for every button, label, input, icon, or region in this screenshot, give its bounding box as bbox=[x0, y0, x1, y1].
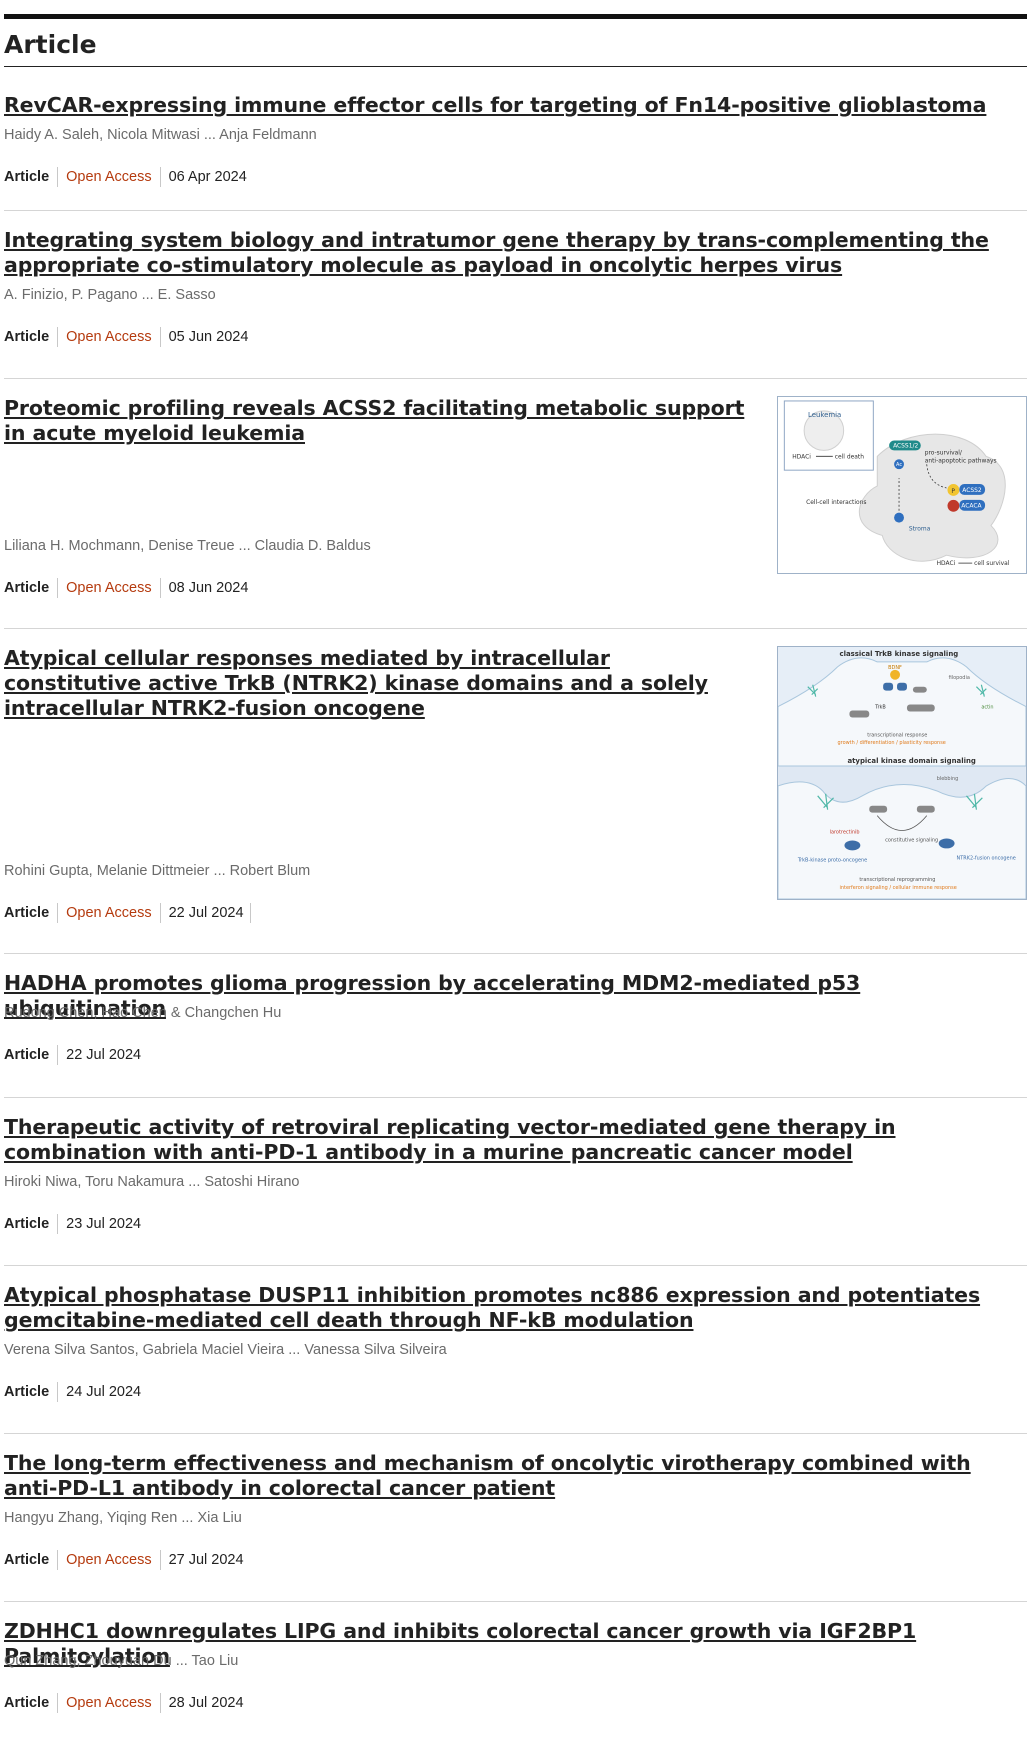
article-type: Article bbox=[4, 1045, 59, 1065]
article-authors: Rudong Chen, Hao Chen & Changchen Hu bbox=[4, 1005, 282, 1021]
article-card: Therapeutic activity of retroviral repli… bbox=[4, 1098, 1027, 1266]
section-title: Article bbox=[4, 19, 1027, 67]
article-figure-thumbnail[interactable]: Leukemia HDACi cell death ACSS1/2 pro-su… bbox=[777, 396, 1027, 574]
fig-label: ACSS2 bbox=[962, 487, 982, 494]
fig-label: NTRK2-fusion oncogene bbox=[957, 855, 1016, 861]
article-date: 22 Jul 2024 bbox=[66, 1047, 142, 1063]
open-access-badge: Open Access bbox=[58, 167, 161, 187]
fig-label: TrkB-kinase proto-oncogene bbox=[797, 857, 867, 863]
article-type: Article bbox=[4, 903, 59, 923]
article-figure-thumbnail[interactable]: classical TrkB kinase signaling BDNF Trk… bbox=[777, 646, 1027, 900]
article-type: Article bbox=[4, 327, 59, 347]
fig-label: cell death bbox=[835, 453, 864, 460]
article-title-link[interactable]: Proteomic profiling reveals ACSS2 facili… bbox=[4, 396, 754, 446]
fig-label: Leukemia bbox=[808, 411, 841, 419]
article-type: Article bbox=[4, 1693, 59, 1713]
article-card: Atypical phosphatase DUSP11 inhibition p… bbox=[4, 1266, 1027, 1434]
article-title-link[interactable]: The long-term effectiveness and mechanis… bbox=[4, 1451, 984, 1501]
article-type: Article bbox=[4, 578, 59, 598]
article-card: Integrating system biology and intratumo… bbox=[4, 211, 1027, 379]
article-authors: A. Finizio, P. Pagano ... E. Sasso bbox=[4, 287, 216, 303]
article-authors: Liliana H. Mochmann, Denise Treue ... Cl… bbox=[4, 538, 371, 554]
fig-label: transcriptional response bbox=[867, 732, 927, 738]
fig-label: atypical kinase domain signaling bbox=[847, 757, 975, 765]
article-date: 24 Jul 2024 bbox=[66, 1384, 142, 1400]
article-date: 08 Jun 2024 bbox=[168, 580, 249, 596]
article-card: ZDHHC1 downregulates LIPG and inhibits c… bbox=[4, 1602, 1027, 1742]
article-date: 27 Jul 2024 bbox=[168, 1552, 244, 1568]
fig-label: blebbing bbox=[937, 776, 959, 782]
fig-label: ACSS1/2 bbox=[893, 442, 918, 449]
article-authors: Haidy A. Saleh, Nicola Mitwasi ... Anja … bbox=[4, 127, 317, 143]
fig-label: filopodia bbox=[949, 675, 970, 681]
fig-label: TrkB bbox=[874, 705, 886, 711]
article-authors: Qun Zhang, Zhouyuan Du ... Tao Liu bbox=[4, 1653, 239, 1669]
article-title-link[interactable]: Atypical phosphatase DUSP11 inhibition p… bbox=[4, 1283, 1004, 1333]
fig-label: pro-survival/ bbox=[925, 449, 962, 456]
article-type: Article bbox=[4, 1214, 59, 1234]
article-meta: Article 23 Jul 2024 bbox=[4, 1214, 141, 1234]
fig-label: P bbox=[951, 488, 955, 495]
figure-leukemia-stroma: Leukemia HDACi cell death ACSS1/2 pro-su… bbox=[778, 397, 1026, 573]
fig-label: classical TrkB kinase signaling bbox=[840, 650, 959, 658]
fig-label: interferon signaling / cellular immune r… bbox=[840, 885, 957, 891]
open-access-badge: Open Access bbox=[58, 578, 161, 598]
article-date: 28 Jul 2024 bbox=[168, 1695, 244, 1711]
fig-label: actin bbox=[981, 705, 993, 711]
article-meta: Article Open Access 27 Jul 2024 bbox=[4, 1550, 244, 1570]
article-card: Proteomic profiling reveals ACSS2 facili… bbox=[4, 379, 1027, 629]
fig-label: Stroma bbox=[909, 525, 931, 532]
article-type: Article bbox=[4, 1550, 59, 1570]
article-meta: Article Open Access 08 Jun 2024 bbox=[4, 578, 248, 598]
figure-trkb-signaling: classical TrkB kinase signaling BDNF Trk… bbox=[778, 647, 1026, 899]
fig-label: HDACi bbox=[937, 560, 956, 567]
fig-label: BDNF bbox=[888, 665, 902, 671]
fig-label: cell survival bbox=[974, 560, 1010, 567]
article-meta: Article Open Access 28 Jul 2024 bbox=[4, 1693, 244, 1713]
fig-label: larotrectinib bbox=[830, 830, 860, 836]
article-meta: Article 22 Jul 2024 bbox=[4, 1045, 141, 1065]
article-authors: Hangyu Zhang, Yiqing Ren ... Xia Liu bbox=[4, 1510, 242, 1526]
article-date: 23 Jul 2024 bbox=[66, 1216, 142, 1232]
open-access-badge: Open Access bbox=[58, 1550, 161, 1570]
article-card: Atypical cellular responses mediated by … bbox=[4, 629, 1027, 954]
article-authors: Rohini Gupta, Melanie Dittmeier ... Robe… bbox=[4, 863, 311, 879]
fig-label: constitutive signaling bbox=[885, 837, 938, 843]
article-card: The long-term effectiveness and mechanis… bbox=[4, 1434, 1027, 1602]
open-access-badge: Open Access bbox=[58, 903, 161, 923]
article-card: RevCAR-expressing immune effector cells … bbox=[4, 67, 1027, 211]
article-title-link[interactable]: Atypical cellular responses mediated by … bbox=[4, 646, 744, 721]
open-access-badge: Open Access bbox=[58, 327, 161, 347]
article-title-link[interactable]: Therapeutic activity of retroviral repli… bbox=[4, 1115, 1014, 1165]
article-meta: Article Open Access 22 Jul 2024 bbox=[4, 903, 251, 923]
article-type: Article bbox=[4, 167, 59, 187]
article-list-page: Article RevCAR-expressing immune effecto… bbox=[4, 14, 1027, 1742]
fig-label: transcriptional reprogramming bbox=[859, 877, 935, 883]
open-access-badge: Open Access bbox=[58, 1693, 161, 1713]
fig-label: ACACA bbox=[961, 503, 981, 510]
fig-label: HDACi bbox=[792, 453, 811, 460]
fig-label: growth / differentiation / plasticity re… bbox=[838, 740, 946, 746]
article-meta: Article Open Access 06 Apr 2024 bbox=[4, 167, 247, 187]
article-date: 05 Jun 2024 bbox=[168, 329, 249, 345]
fig-label: Cell-cell interactions bbox=[806, 499, 866, 506]
article-title-link[interactable]: RevCAR-expressing immune effector cells … bbox=[4, 93, 1004, 118]
article-date: 06 Apr 2024 bbox=[168, 169, 247, 185]
article-title-link[interactable]: Integrating system biology and intratumo… bbox=[4, 228, 1009, 278]
fig-label: Ac bbox=[896, 462, 902, 468]
article-authors: Hiroki Niwa, Toru Nakamura ... Satoshi H… bbox=[4, 1174, 300, 1190]
article-meta: Article Open Access 05 Jun 2024 bbox=[4, 327, 248, 347]
fig-label: anti-apoptotic pathways bbox=[925, 457, 997, 464]
article-type: Article bbox=[4, 1382, 59, 1402]
article-date: 22 Jul 2024 bbox=[161, 903, 251, 923]
article-meta: Article 24 Jul 2024 bbox=[4, 1382, 141, 1402]
article-authors: Verena Silva Santos, Gabriela Maciel Vie… bbox=[4, 1342, 447, 1358]
article-card: HADHA promotes glioma progression by acc… bbox=[4, 954, 1027, 1098]
